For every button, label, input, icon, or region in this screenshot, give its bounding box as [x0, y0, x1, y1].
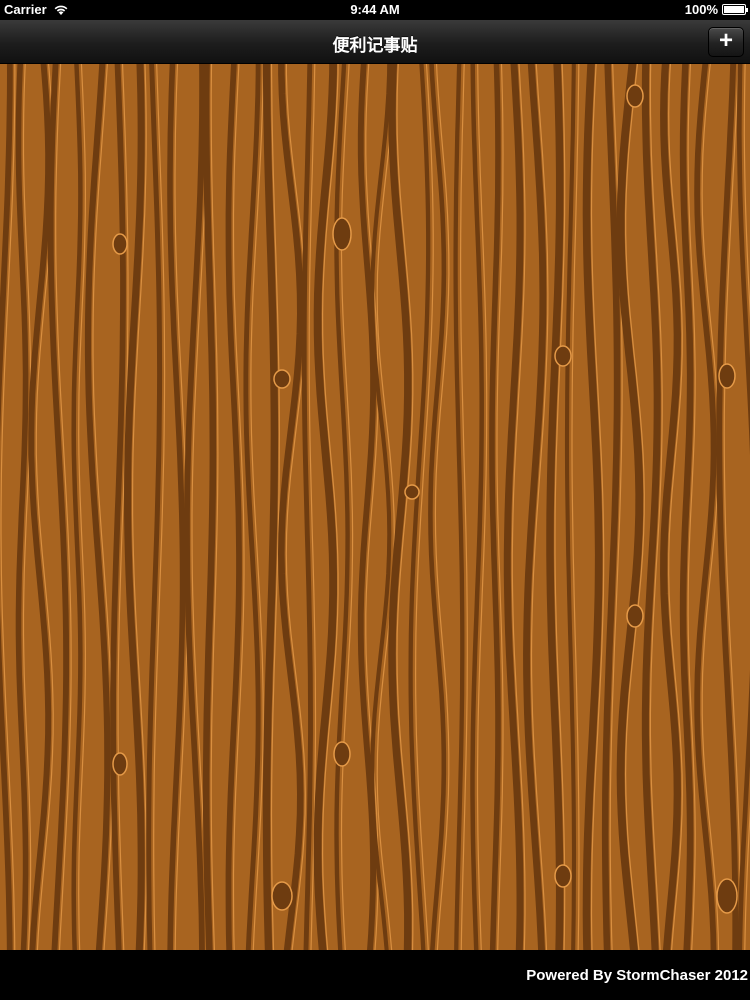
wood-grain-line	[47, 64, 70, 950]
status-bar: Carrier 9:44 AM 100%	[0, 0, 750, 20]
wood-grain-line	[641, 64, 661, 950]
wood-knot	[333, 741, 351, 767]
battery-percent: 100%	[684, 2, 718, 17]
wood-grain-line	[243, 64, 261, 950]
wood-grain-line	[313, 64, 338, 950]
wood-grain-line	[110, 64, 126, 950]
wood-grain-line	[28, 64, 52, 950]
wood-knot	[271, 881, 293, 911]
wood-knot	[554, 345, 572, 367]
wood-grain-line	[694, 64, 717, 950]
wood-grain-line	[470, 64, 484, 950]
wood-knot	[404, 484, 420, 500]
footer: Powered By StormChaser 2012	[0, 950, 750, 1000]
wood-grain-line	[167, 64, 186, 950]
status-time: 9:44 AM	[350, 2, 400, 17]
wood-knot	[626, 604, 644, 628]
wood-knot	[718, 363, 736, 389]
wood-grain-line	[716, 64, 739, 950]
navigation-bar: 便利记事贴 +	[0, 20, 750, 64]
wood-grain-line	[184, 64, 205, 950]
wood-grain-line	[370, 64, 392, 950]
wood-knot	[554, 864, 572, 888]
wood-background	[0, 64, 750, 950]
wood-grain-line	[736, 64, 750, 950]
battery-level	[724, 6, 744, 13]
wood-knot	[273, 369, 291, 389]
wood-grain-line	[582, 64, 603, 950]
wood-grain-line	[523, 64, 547, 950]
wood-knot	[716, 878, 738, 914]
wood-grain-line	[262, 64, 279, 950]
wood-grain-line	[124, 64, 145, 950]
footer-credit: Powered By StormChaser 2012	[526, 967, 748, 984]
wood-grain-line	[408, 64, 431, 950]
wood-grain-line	[71, 64, 83, 950]
wood-knot	[112, 752, 128, 776]
status-right: 100%	[684, 2, 748, 17]
add-note-button[interactable]: +	[708, 27, 744, 57]
wood-knot	[332, 217, 352, 251]
wood-knot	[626, 84, 644, 108]
wood-knot	[112, 233, 128, 255]
wood-grain-pattern	[0, 64, 750, 950]
page-title: 便利记事贴	[332, 36, 418, 55]
battery-icon	[722, 4, 748, 15]
wood-grain-line	[616, 64, 644, 950]
wood-grain-line	[601, 64, 621, 950]
